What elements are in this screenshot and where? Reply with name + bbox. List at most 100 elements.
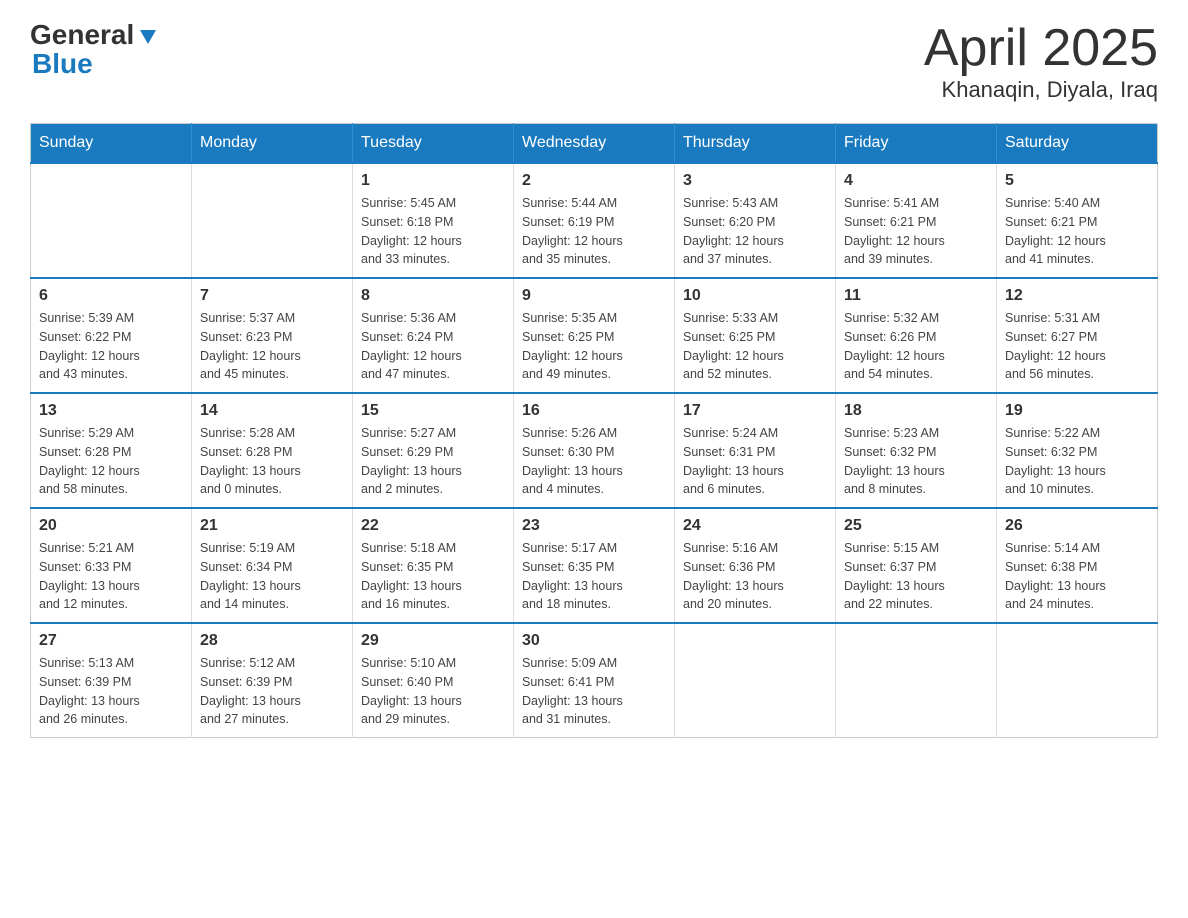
day-info: Sunrise: 5:43 AMSunset: 6:20 PMDaylight:… [683, 194, 827, 269]
day-info: Sunrise: 5:24 AMSunset: 6:31 PMDaylight:… [683, 424, 827, 499]
day-info: Sunrise: 5:40 AMSunset: 6:21 PMDaylight:… [1005, 194, 1149, 269]
calendar-cell [192, 163, 353, 278]
day-info: Sunrise: 5:26 AMSunset: 6:30 PMDaylight:… [522, 424, 666, 499]
day-info: Sunrise: 5:19 AMSunset: 6:34 PMDaylight:… [200, 539, 344, 614]
header-cell-sunday: Sunday [31, 124, 192, 164]
day-number: 9 [522, 287, 666, 305]
calendar-cell: 18Sunrise: 5:23 AMSunset: 6:32 PMDayligh… [836, 393, 997, 508]
month-title: April 2025 [924, 20, 1158, 77]
calendar-week-row: 1 Sunrise: 5:45 AMSunset: 6:18 PMDaylight… [31, 163, 1158, 278]
location-title: Khanaqin, Diyala, Iraq [924, 77, 1158, 103]
day-info: Sunrise: 5:21 AMSunset: 6:33 PMDaylight:… [39, 539, 183, 614]
day-info: Sunrise: 5:12 AMSunset: 6:39 PMDaylight:… [200, 654, 344, 729]
calendar-body: 1 Sunrise: 5:45 AMSunset: 6:18 PMDaylight… [31, 163, 1158, 738]
calendar-cell: 27 Sunrise: 5:13 AMSunset: 6:39 PMDayligh… [31, 623, 192, 738]
day-info: Sunrise: 5:45 AMSunset: 6:18 PMDaylight:… [361, 194, 505, 269]
header-cell-saturday: Saturday [997, 124, 1158, 164]
day-number: 30 [522, 632, 666, 650]
day-info: Sunrise: 5:22 AMSunset: 6:32 PMDaylight:… [1005, 424, 1149, 499]
day-number: 12 [1005, 287, 1149, 305]
day-number: 2 [522, 172, 666, 190]
calendar-cell: 30 Sunrise: 5:09 AMSunset: 6:41 PMDayligh… [514, 623, 675, 738]
calendar-cell: 15 Sunrise: 5:27 AMSunset: 6:29 PMDayligh… [353, 393, 514, 508]
calendar-week-row: 6 Sunrise: 5:39 AMSunset: 6:22 PMDaylight… [31, 278, 1158, 393]
calendar-cell: 13 Sunrise: 5:29 AMSunset: 6:28 PMDayligh… [31, 393, 192, 508]
header-cell-monday: Monday [192, 124, 353, 164]
calendar-cell: 3 Sunrise: 5:43 AMSunset: 6:20 PMDaylight… [675, 163, 836, 278]
day-number: 27 [39, 632, 183, 650]
calendar-cell: 22Sunrise: 5:18 AMSunset: 6:35 PMDayligh… [353, 508, 514, 623]
calendar-cell: 29 Sunrise: 5:10 AMSunset: 6:40 PMDayligh… [353, 623, 514, 738]
day-number: 10 [683, 287, 827, 305]
calendar-cell: 7Sunrise: 5:37 AMSunset: 6:23 PMDaylight… [192, 278, 353, 393]
day-number: 3 [683, 172, 827, 190]
day-number: 8 [361, 287, 505, 305]
day-info: Sunrise: 5:28 AMSunset: 6:28 PMDaylight:… [200, 424, 344, 499]
calendar-header: SundayMondayTuesdayWednesdayThursdayFrid… [31, 124, 1158, 164]
calendar-cell: 2 Sunrise: 5:44 AMSunset: 6:19 PMDaylight… [514, 163, 675, 278]
day-number: 24 [683, 517, 827, 535]
logo-blue-text: Blue [32, 50, 158, 78]
day-info: Sunrise: 5:33 AMSunset: 6:25 PMDaylight:… [683, 309, 827, 384]
day-info: Sunrise: 5:27 AMSunset: 6:29 PMDaylight:… [361, 424, 505, 499]
day-number: 5 [1005, 172, 1149, 190]
day-info: Sunrise: 5:18 AMSunset: 6:35 PMDaylight:… [361, 539, 505, 614]
day-info: Sunrise: 5:16 AMSunset: 6:36 PMDaylight:… [683, 539, 827, 614]
header-cell-wednesday: Wednesday [514, 124, 675, 164]
header-cell-friday: Friday [836, 124, 997, 164]
day-number: 6 [39, 287, 183, 305]
day-info: Sunrise: 5:15 AMSunset: 6:37 PMDaylight:… [844, 539, 988, 614]
day-number: 29 [361, 632, 505, 650]
day-number: 16 [522, 402, 666, 420]
day-info: Sunrise: 5:10 AMSunset: 6:40 PMDaylight:… [361, 654, 505, 729]
calendar-cell: 10 Sunrise: 5:33 AMSunset: 6:25 PMDayligh… [675, 278, 836, 393]
day-info: Sunrise: 5:29 AMSunset: 6:28 PMDaylight:… [39, 424, 183, 499]
calendar-week-row: 27 Sunrise: 5:13 AMSunset: 6:39 PMDayligh… [31, 623, 1158, 738]
calendar-cell: 21 Sunrise: 5:19 AMSunset: 6:34 PMDayligh… [192, 508, 353, 623]
day-info: Sunrise: 5:44 AMSunset: 6:19 PMDaylight:… [522, 194, 666, 269]
calendar-week-row: 13 Sunrise: 5:29 AMSunset: 6:28 PMDayligh… [31, 393, 1158, 508]
calendar-cell: 24 Sunrise: 5:16 AMSunset: 6:36 PMDayligh… [675, 508, 836, 623]
calendar-table: SundayMondayTuesdayWednesdayThursdayFrid… [30, 123, 1158, 738]
header-cell-thursday: Thursday [675, 124, 836, 164]
header-cell-tuesday: Tuesday [353, 124, 514, 164]
day-info: Sunrise: 5:35 AMSunset: 6:25 PMDaylight:… [522, 309, 666, 384]
day-number: 21 [200, 517, 344, 535]
logo-triangle-icon [138, 26, 158, 46]
day-info: Sunrise: 5:31 AMSunset: 6:27 PMDaylight:… [1005, 309, 1149, 384]
calendar-cell: 28Sunrise: 5:12 AMSunset: 6:39 PMDayligh… [192, 623, 353, 738]
calendar-cell: 4Sunrise: 5:41 AMSunset: 6:21 PMDaylight… [836, 163, 997, 278]
day-number: 19 [1005, 402, 1149, 420]
title-section: April 2025 Khanaqin, Diyala, Iraq [924, 20, 1158, 103]
day-info: Sunrise: 5:17 AMSunset: 6:35 PMDaylight:… [522, 539, 666, 614]
calendar-cell: 26 Sunrise: 5:14 AMSunset: 6:38 PMDayligh… [997, 508, 1158, 623]
day-number: 25 [844, 517, 988, 535]
calendar-cell: 20Sunrise: 5:21 AMSunset: 6:33 PMDayligh… [31, 508, 192, 623]
day-info: Sunrise: 5:09 AMSunset: 6:41 PMDaylight:… [522, 654, 666, 729]
day-info: Sunrise: 5:14 AMSunset: 6:38 PMDaylight:… [1005, 539, 1149, 614]
calendar-cell: 14 Sunrise: 5:28 AMSunset: 6:28 PMDayligh… [192, 393, 353, 508]
day-number: 7 [200, 287, 344, 305]
calendar-cell: 1 Sunrise: 5:45 AMSunset: 6:18 PMDaylight… [353, 163, 514, 278]
day-info: Sunrise: 5:32 AMSunset: 6:26 PMDaylight:… [844, 309, 988, 384]
calendar-cell: 17Sunrise: 5:24 AMSunset: 6:31 PMDayligh… [675, 393, 836, 508]
day-number: 11 [844, 287, 988, 305]
day-info: Sunrise: 5:13 AMSunset: 6:39 PMDaylight:… [39, 654, 183, 729]
day-info: Sunrise: 5:41 AMSunset: 6:21 PMDaylight:… [844, 194, 988, 269]
calendar-cell: 12 Sunrise: 5:31 AMSunset: 6:27 PMDayligh… [997, 278, 1158, 393]
calendar-cell: 8Sunrise: 5:36 AMSunset: 6:24 PMDaylight… [353, 278, 514, 393]
calendar-cell: 6 Sunrise: 5:39 AMSunset: 6:22 PMDaylight… [31, 278, 192, 393]
day-number: 1 [361, 172, 505, 190]
logo-general-text: General [30, 21, 134, 49]
calendar-cell: 19 Sunrise: 5:22 AMSunset: 6:32 PMDayligh… [997, 393, 1158, 508]
calendar-cell [31, 163, 192, 278]
day-number: 15 [361, 402, 505, 420]
day-number: 13 [39, 402, 183, 420]
day-number: 14 [200, 402, 344, 420]
logo: General Blue [30, 20, 158, 78]
day-number: 18 [844, 402, 988, 420]
day-number: 26 [1005, 517, 1149, 535]
calendar-cell: 16 Sunrise: 5:26 AMSunset: 6:30 PMDayligh… [514, 393, 675, 508]
day-info: Sunrise: 5:39 AMSunset: 6:22 PMDaylight:… [39, 309, 183, 384]
calendar-cell: 9 Sunrise: 5:35 AMSunset: 6:25 PMDaylight… [514, 278, 675, 393]
